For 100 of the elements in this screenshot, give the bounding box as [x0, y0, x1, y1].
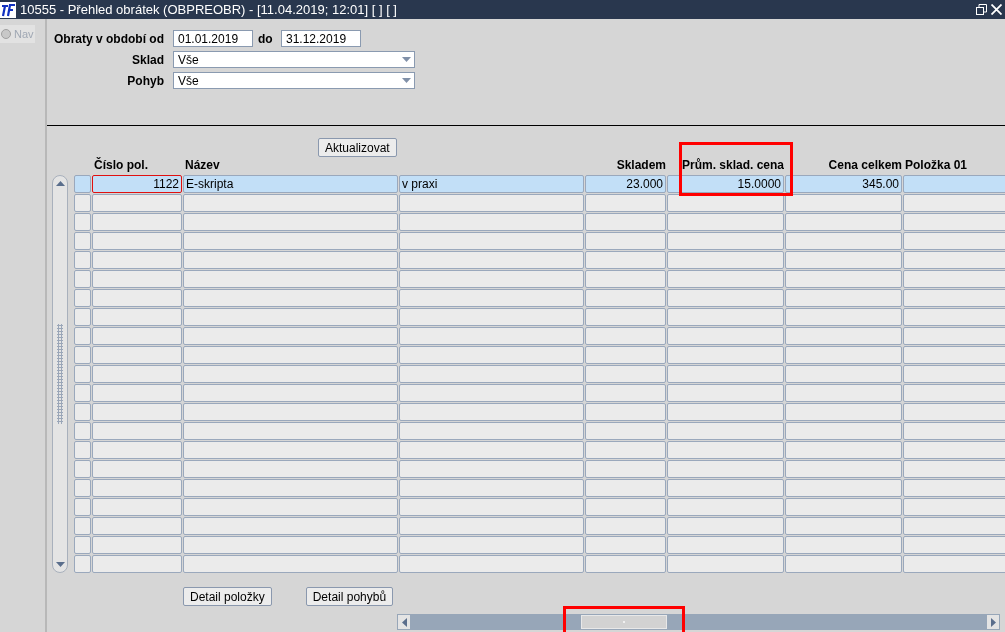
table-cell[interactable] [399, 308, 584, 326]
table-cell[interactable] [585, 555, 666, 573]
table-cell[interactable] [183, 270, 398, 288]
table-cell[interactable] [585, 289, 666, 307]
table-cell[interactable] [399, 460, 584, 478]
close-icon[interactable] [991, 4, 1002, 15]
table-cell[interactable] [183, 251, 398, 269]
table-cell[interactable] [92, 422, 182, 440]
table-cell[interactable] [785, 232, 902, 250]
table-cell[interactable] [399, 289, 584, 307]
scroll-thumb[interactable] [581, 615, 667, 629]
table-cell[interactable] [903, 289, 1005, 307]
table-cell[interactable] [399, 422, 584, 440]
table-cell[interactable] [785, 422, 902, 440]
table-cell[interactable] [903, 460, 1005, 478]
table-cell[interactable] [585, 194, 666, 212]
table-cell[interactable] [903, 213, 1005, 231]
date-from-field[interactable]: 01.01.2019 [173, 30, 253, 47]
table-cell[interactable] [92, 232, 182, 250]
vertical-scrollbar[interactable] [52, 175, 68, 573]
dropdown-field[interactable]: Vše [173, 51, 415, 68]
table-cell[interactable] [183, 308, 398, 326]
table-cell[interactable] [92, 270, 182, 288]
table-cell[interactable] [903, 175, 1005, 193]
table-cell[interactable] [585, 517, 666, 535]
table-cell[interactable] [785, 441, 902, 459]
table-cell[interactable] [399, 384, 584, 402]
table-cell[interactable] [585, 460, 666, 478]
table-cell[interactable] [585, 422, 666, 440]
table-cell[interactable] [183, 289, 398, 307]
table-cell[interactable] [399, 213, 584, 231]
table-cell[interactable] [667, 536, 784, 554]
table-cell[interactable] [399, 232, 584, 250]
table-cell[interactable] [399, 536, 584, 554]
table-cell[interactable] [183, 498, 398, 516]
table-cell[interactable] [92, 327, 182, 345]
table-cell[interactable] [903, 251, 1005, 269]
table-cell[interactable] [92, 213, 182, 231]
table-cell[interactable] [667, 479, 784, 497]
row-selector[interactable] [74, 327, 91, 345]
row-selector[interactable] [74, 289, 91, 307]
horizontal-scrollbar[interactable] [397, 614, 1000, 630]
table-cell[interactable] [785, 194, 902, 212]
table-cell[interactable] [183, 232, 398, 250]
table-cell[interactable] [585, 308, 666, 326]
table-cell[interactable] [903, 498, 1005, 516]
table-cell[interactable] [667, 194, 784, 212]
table-cell[interactable] [92, 365, 182, 383]
detail-button[interactable]: Detail pohybů [305, 587, 394, 606]
table-cell[interactable] [785, 555, 902, 573]
table-cell[interactable] [399, 479, 584, 497]
table-cell[interactable] [399, 517, 584, 535]
table-cell[interactable] [399, 555, 584, 573]
table-cell[interactable] [903, 403, 1005, 421]
table-cell[interactable] [92, 251, 182, 269]
row-selector[interactable] [74, 232, 91, 250]
table-cell[interactable] [585, 403, 666, 421]
table-cell[interactable] [399, 441, 584, 459]
table-cell[interactable] [667, 270, 784, 288]
table-cell[interactable] [667, 289, 784, 307]
row-selector[interactable] [74, 422, 91, 440]
table-cell[interactable] [585, 384, 666, 402]
table-cell[interactable]: 23.000 [585, 175, 666, 193]
table-cell[interactable] [92, 460, 182, 478]
table-cell[interactable] [399, 498, 584, 516]
table-cell[interactable] [903, 346, 1005, 364]
table-cell[interactable] [903, 479, 1005, 497]
table-cell[interactable] [585, 251, 666, 269]
table-cell[interactable] [903, 384, 1005, 402]
table-cell[interactable] [183, 422, 398, 440]
table-cell[interactable] [183, 194, 398, 212]
table-cell[interactable] [585, 365, 666, 383]
table-cell[interactable] [399, 403, 584, 421]
table-cell[interactable] [903, 555, 1005, 573]
table-cell[interactable] [785, 536, 902, 554]
table-cell[interactable] [903, 308, 1005, 326]
row-selector[interactable] [74, 365, 91, 383]
table-cell[interactable] [92, 194, 182, 212]
table-cell[interactable] [183, 536, 398, 554]
row-selector[interactable] [74, 403, 91, 421]
table-cell[interactable] [183, 346, 398, 364]
row-selector[interactable] [74, 479, 91, 497]
table-cell[interactable] [92, 441, 182, 459]
table-cell[interactable] [667, 403, 784, 421]
table-cell[interactable] [183, 441, 398, 459]
dropdown-field[interactable]: Vše [173, 72, 415, 89]
table-cell[interactable] [903, 194, 1005, 212]
table-cell[interactable] [903, 422, 1005, 440]
table-cell[interactable] [92, 289, 182, 307]
detail-button[interactable]: Detail položky [183, 587, 272, 606]
restore-icon[interactable] [976, 4, 987, 15]
table-cell[interactable] [667, 346, 784, 364]
table-cell[interactable]: 1122 [92, 175, 182, 193]
table-cell[interactable] [785, 498, 902, 516]
scroll-right-button[interactable] [986, 614, 1000, 630]
table-cell[interactable] [667, 555, 784, 573]
table-cell[interactable] [785, 384, 902, 402]
table-cell[interactable] [183, 384, 398, 402]
table-cell[interactable] [667, 422, 784, 440]
table-cell[interactable] [183, 403, 398, 421]
